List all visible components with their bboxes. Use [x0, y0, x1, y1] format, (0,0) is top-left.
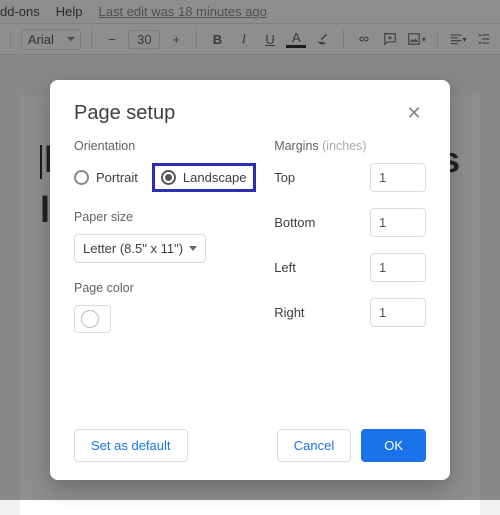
paper-size-select[interactable]: Letter (8.5" x 11") [74, 234, 206, 263]
orientation-landscape-radio[interactable]: Landscape [152, 163, 256, 192]
portrait-label: Portrait [96, 170, 138, 185]
ok-button[interactable]: OK [361, 429, 426, 462]
color-swatch [81, 310, 99, 328]
margin-bottom-label: Bottom [274, 215, 315, 230]
margin-bottom-input[interactable] [370, 208, 426, 237]
dialog-title: Page setup [74, 102, 175, 125]
page-color-label: Page color [74, 281, 256, 295]
margins-label: Margins (inches) [274, 139, 426, 153]
cancel-button[interactable]: Cancel [277, 429, 351, 462]
margin-top-input[interactable] [370, 163, 426, 192]
margin-right-input[interactable] [370, 298, 426, 327]
margin-left-label: Left [274, 260, 296, 275]
margin-top-label: Top [274, 170, 295, 185]
chevron-down-icon [189, 246, 197, 251]
page-color-select[interactable] [74, 305, 111, 333]
orientation-portrait-radio[interactable]: Portrait [74, 170, 138, 185]
set-as-default-button[interactable]: Set as default [74, 429, 188, 462]
page-setup-dialog: Page setup ✕ Orientation Portrait Landsc… [50, 80, 450, 480]
close-icon[interactable]: ✕ [402, 103, 426, 124]
paper-size-label: Paper size [74, 210, 256, 224]
landscape-label: Landscape [183, 170, 247, 185]
paper-size-value: Letter (8.5" x 11") [83, 241, 183, 256]
orientation-label: Orientation [74, 139, 256, 153]
margin-left-input[interactable] [370, 253, 426, 282]
margin-right-label: Right [274, 305, 304, 320]
